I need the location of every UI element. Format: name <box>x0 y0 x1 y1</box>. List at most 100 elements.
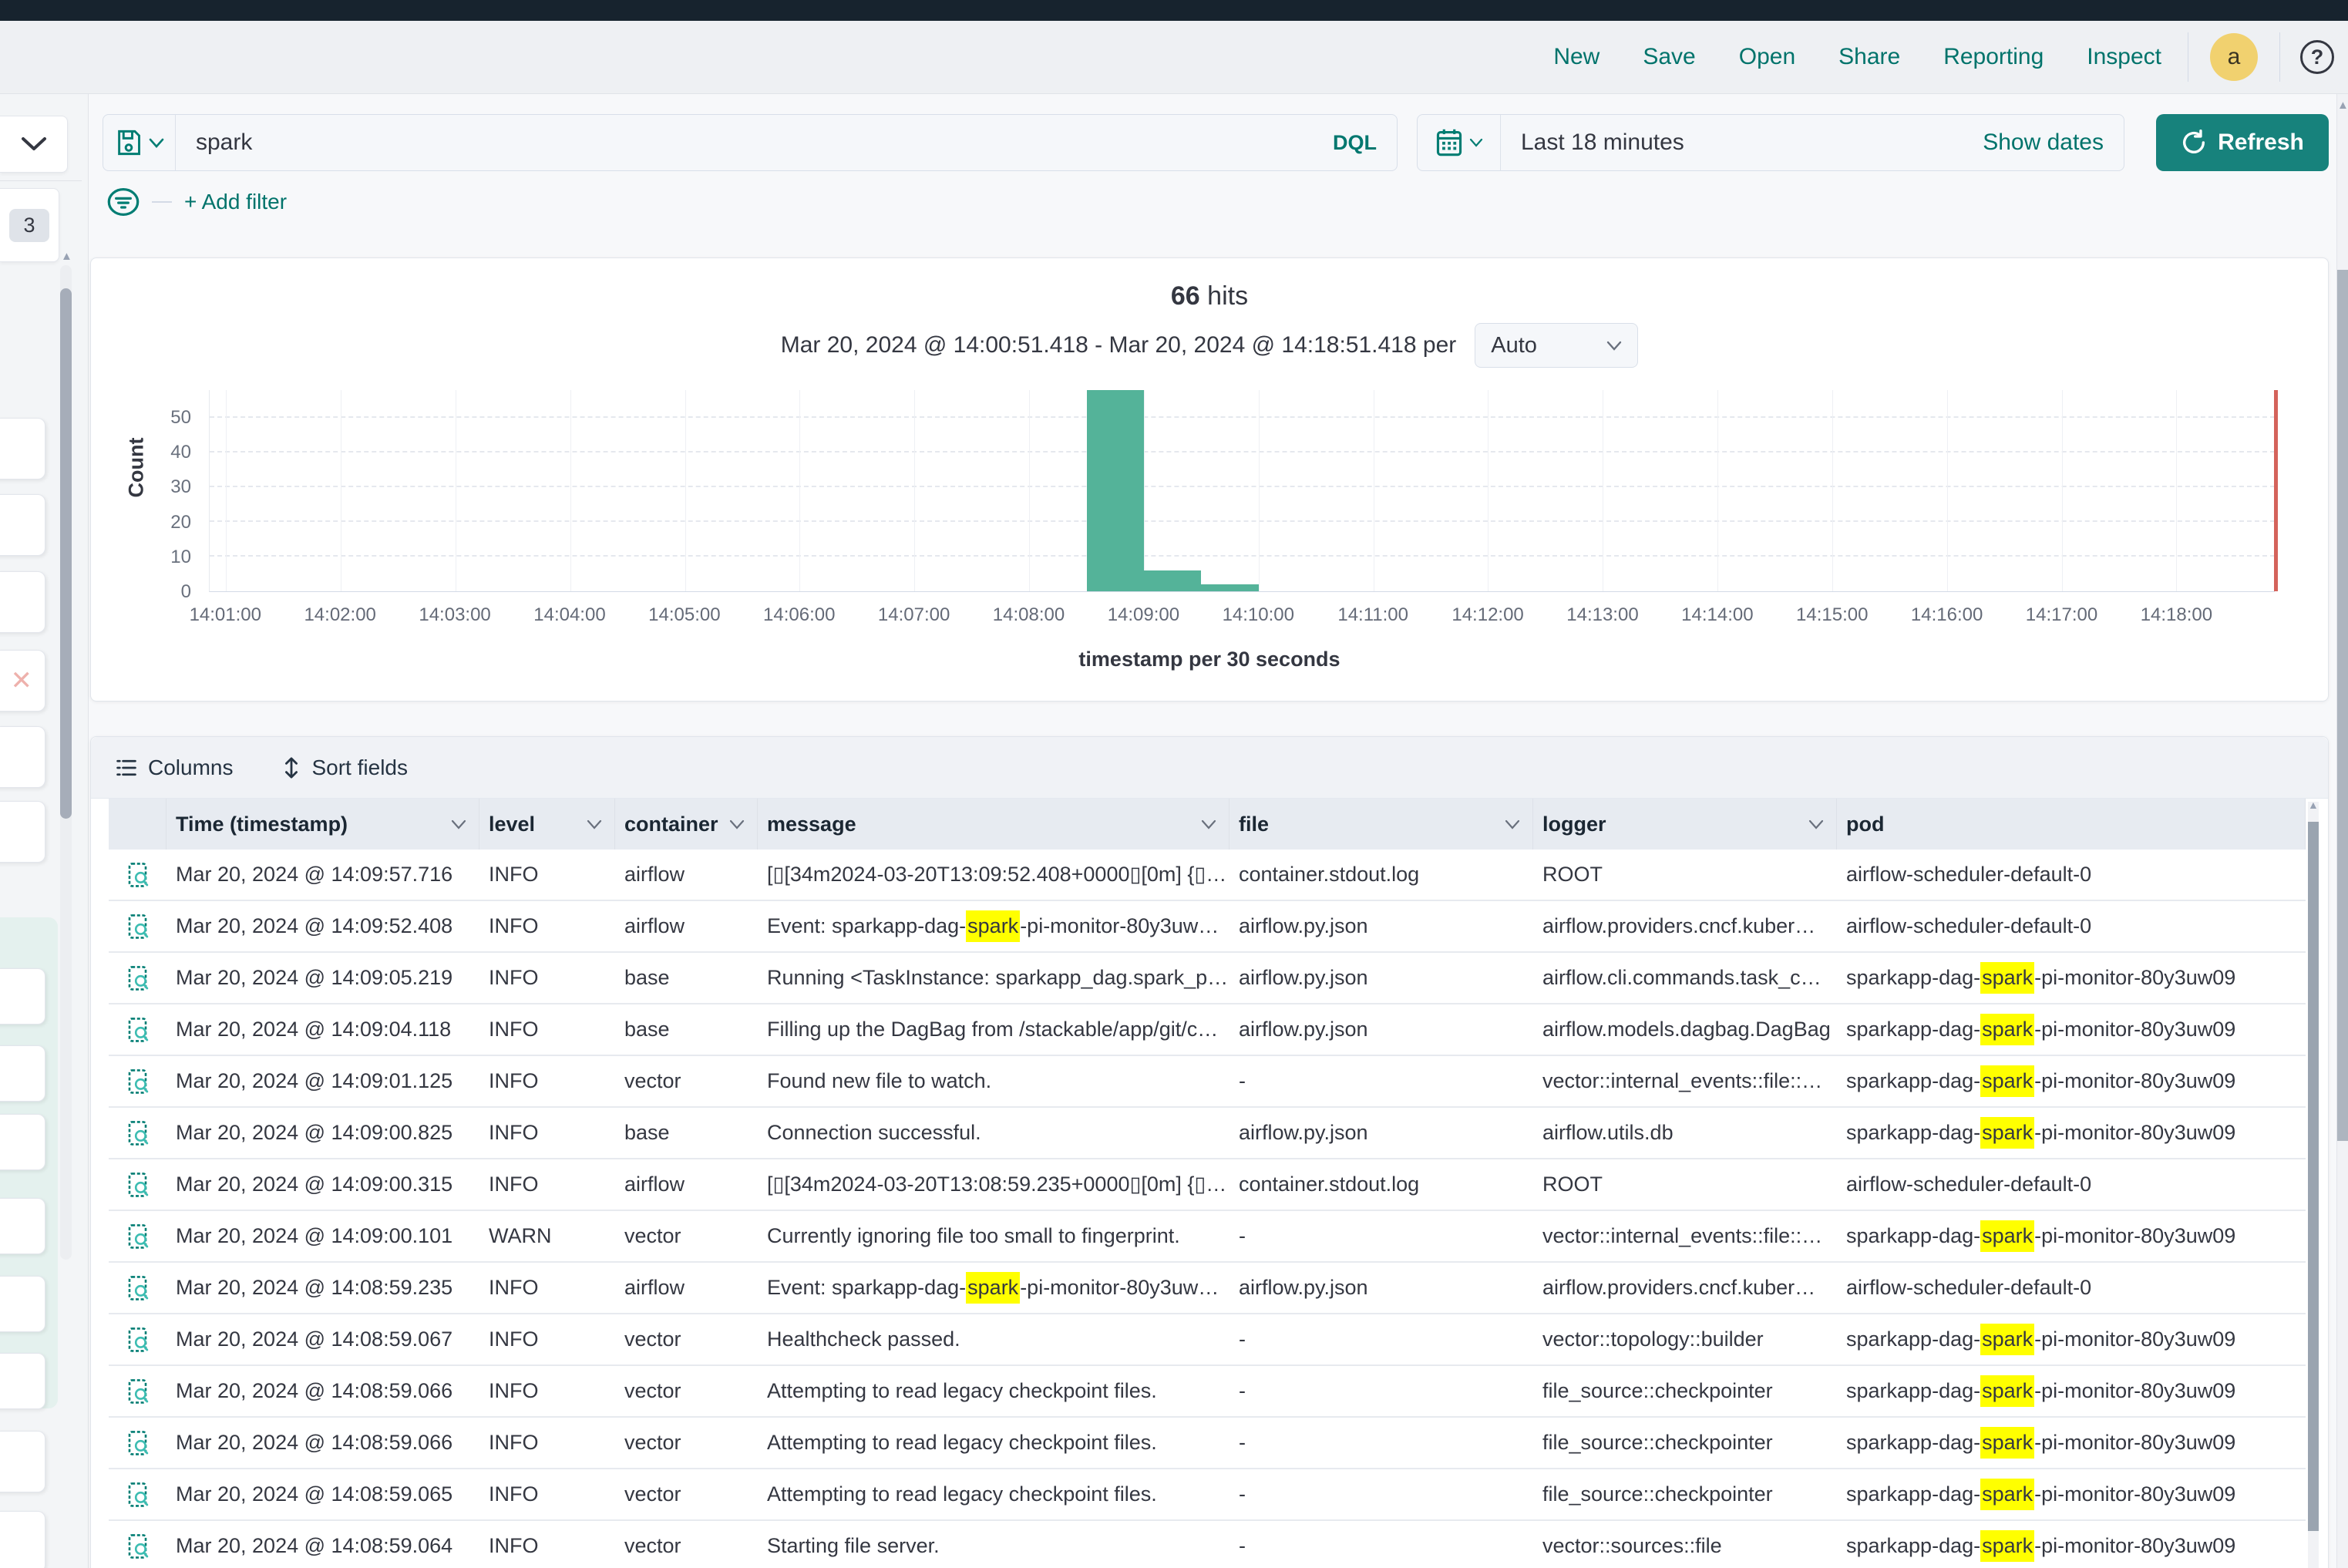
table-row[interactable]: Mar 20, 2024 @ 14:08:59.235 INFO airflow… <box>109 1263 2306 1314</box>
date-quick-select-button[interactable] <box>1418 115 1501 170</box>
histogram-bar[interactable] <box>1144 570 1201 591</box>
scrollbar-thumb[interactable] <box>2337 270 2348 1141</box>
expand-document-button[interactable] <box>109 1521 167 1568</box>
show-dates-button[interactable]: Show dates <box>1983 130 2124 156</box>
expand-document-button[interactable] <box>109 1159 167 1210</box>
scrollbar-thumb[interactable] <box>60 288 72 819</box>
histogram-bar[interactable] <box>1201 584 1258 591</box>
page-scrollbar[interactable]: ▲ <box>2336 94 2348 1568</box>
table-row[interactable]: Mar 20, 2024 @ 14:09:01.125 INFO vector … <box>109 1056 2306 1108</box>
cell-container: vector <box>615 1056 758 1106</box>
table-row[interactable]: Mar 20, 2024 @ 14:09:00.825 INFO base Co… <box>109 1108 2306 1159</box>
nav-reporting[interactable]: Reporting <box>1943 44 2044 70</box>
expand-document-button[interactable] <box>109 1366 167 1416</box>
cell-pod: sparkapp-dag-spark-pi-monitor-80y3uw09 <box>1837 1314 2306 1364</box>
expand-document-button[interactable] <box>109 1108 167 1158</box>
table-row[interactable]: Mar 20, 2024 @ 14:09:00.315 INFO airflow… <box>109 1159 2306 1211</box>
field-card[interactable] <box>0 1114 45 1170</box>
column-header-time-timestamp-[interactable]: Time (timestamp) <box>167 799 479 850</box>
expand-document-button[interactable] <box>109 850 167 900</box>
columns-button[interactable]: Columns <box>116 755 233 780</box>
nav-save[interactable]: Save <box>1643 44 1695 70</box>
refresh-button[interactable]: Refresh <box>2156 114 2329 171</box>
scroll-up-icon[interactable]: ▲ <box>2308 799 2319 811</box>
scroll-up-icon[interactable]: ▲ <box>2337 99 2348 112</box>
field-card[interactable] <box>0 494 45 556</box>
cell-pod: airflow-scheduler-default-0 <box>1837 901 2306 951</box>
expand-document-button[interactable] <box>109 901 167 951</box>
column-header-file[interactable]: file <box>1230 799 1533 850</box>
field-card[interactable] <box>0 801 45 863</box>
field-card[interactable]: ✕ <box>0 650 45 712</box>
histogram-bar[interactable] <box>1087 390 1144 591</box>
cell-message: Attempting to read legacy checkpoint fil… <box>758 1418 1230 1468</box>
inspect-document-icon <box>126 1223 150 1250</box>
cell-logger: file_source::checkpointer <box>1533 1366 1837 1416</box>
column-header-level[interactable]: level <box>479 799 615 850</box>
field-card[interactable] <box>0 1198 45 1254</box>
table-row[interactable]: Mar 20, 2024 @ 14:08:59.064 INFO vector … <box>109 1521 2306 1568</box>
query-language-button[interactable]: DQL <box>1313 131 1397 155</box>
histogram-plot[interactable] <box>209 390 2275 592</box>
nav-new[interactable]: New <box>1553 44 1600 70</box>
sidebar-count-card[interactable]: 3 <box>0 188 59 262</box>
field-card[interactable] <box>0 968 45 1025</box>
scrollbar-thumb[interactable] <box>2308 822 2319 1531</box>
field-card[interactable] <box>0 726 45 788</box>
cell-file: - <box>1230 1366 1533 1416</box>
sidebar-scrollbar[interactable]: ▲ <box>60 265 72 1260</box>
field-card[interactable] <box>0 1045 45 1102</box>
field-card[interactable] <box>0 571 45 633</box>
field-card[interactable] <box>0 1276 45 1332</box>
expand-document-button[interactable] <box>109 1314 167 1364</box>
expand-document-button[interactable] <box>109 1263 167 1313</box>
saved-query-menu-button[interactable] <box>103 115 176 170</box>
highlight: spark <box>1980 1014 2034 1045</box>
x-tick-label: 14:02:00 <box>304 604 375 626</box>
filter-icon[interactable] <box>107 187 140 217</box>
add-filter-button[interactable]: + Add filter <box>184 190 287 214</box>
time-range-value[interactable]: Last 18 minutes <box>1501 130 1983 156</box>
nav-inspect[interactable]: Inspect <box>2087 44 2161 70</box>
column-header-pod[interactable]: pod <box>1837 799 2306 850</box>
table-scrollbar[interactable]: ▲ <box>2308 802 2319 1568</box>
expand-document-button[interactable] <box>109 953 167 1003</box>
cell-file: airflow.py.json <box>1230 953 1533 1003</box>
table-row[interactable]: Mar 20, 2024 @ 14:08:59.066 INFO vector … <box>109 1366 2306 1418</box>
expand-document-button[interactable] <box>109 1418 167 1468</box>
table-row[interactable]: Mar 20, 2024 @ 14:09:57.716 INFO airflow… <box>109 850 2306 901</box>
expand-document-button[interactable] <box>109 1056 167 1106</box>
interval-select[interactable]: Auto <box>1475 323 1638 368</box>
column-header-container[interactable]: container <box>615 799 758 850</box>
field-card[interactable] <box>0 418 45 479</box>
table-row[interactable]: Mar 20, 2024 @ 14:09:05.219 INFO base Ru… <box>109 953 2306 1004</box>
sort-fields-button[interactable]: Sort fields <box>282 755 408 780</box>
table-row[interactable]: Mar 20, 2024 @ 14:09:52.408 INFO airflow… <box>109 901 2306 953</box>
table-row[interactable]: Mar 20, 2024 @ 14:08:59.065 INFO vector … <box>109 1469 2306 1521</box>
table-row[interactable]: Mar 20, 2024 @ 14:08:59.067 INFO vector … <box>109 1314 2306 1366</box>
highlight: spark <box>966 910 1020 942</box>
search-input[interactable] <box>176 130 1313 156</box>
table-row[interactable]: Mar 20, 2024 @ 14:09:04.118 INFO base Fi… <box>109 1004 2306 1056</box>
field-card[interactable] <box>0 1431 45 1492</box>
sidebar-collapse-button[interactable] <box>0 116 68 173</box>
field-card[interactable] <box>0 1353 45 1409</box>
help-icon[interactable]: ? <box>2300 40 2334 74</box>
expand-document-button[interactable] <box>109 1004 167 1055</box>
expand-document-button[interactable] <box>109 1469 167 1519</box>
nav-share[interactable]: Share <box>1838 44 1900 70</box>
cell-level: INFO <box>479 850 615 900</box>
field-card[interactable] <box>0 1511 45 1568</box>
calendar-icon <box>1435 128 1463 157</box>
table-row[interactable]: Mar 20, 2024 @ 14:08:59.066 INFO vector … <box>109 1418 2306 1469</box>
nav-open[interactable]: Open <box>1739 44 1795 70</box>
histogram-panel: 66 hits Mar 20, 2024 @ 14:00:51.418 - Ma… <box>90 257 2329 702</box>
table-row[interactable]: Mar 20, 2024 @ 14:09:00.101 WARN vector … <box>109 1211 2306 1263</box>
remove-field-icon[interactable]: ✕ <box>11 668 33 694</box>
avatar[interactable]: a <box>2210 33 2258 81</box>
column-header-message[interactable]: message <box>758 799 1230 850</box>
column-header-logger[interactable]: logger <box>1533 799 1837 850</box>
expand-document-button[interactable] <box>109 1211 167 1261</box>
scroll-up-icon[interactable]: ▲ <box>61 250 72 263</box>
chevron-down-icon <box>149 138 164 148</box>
